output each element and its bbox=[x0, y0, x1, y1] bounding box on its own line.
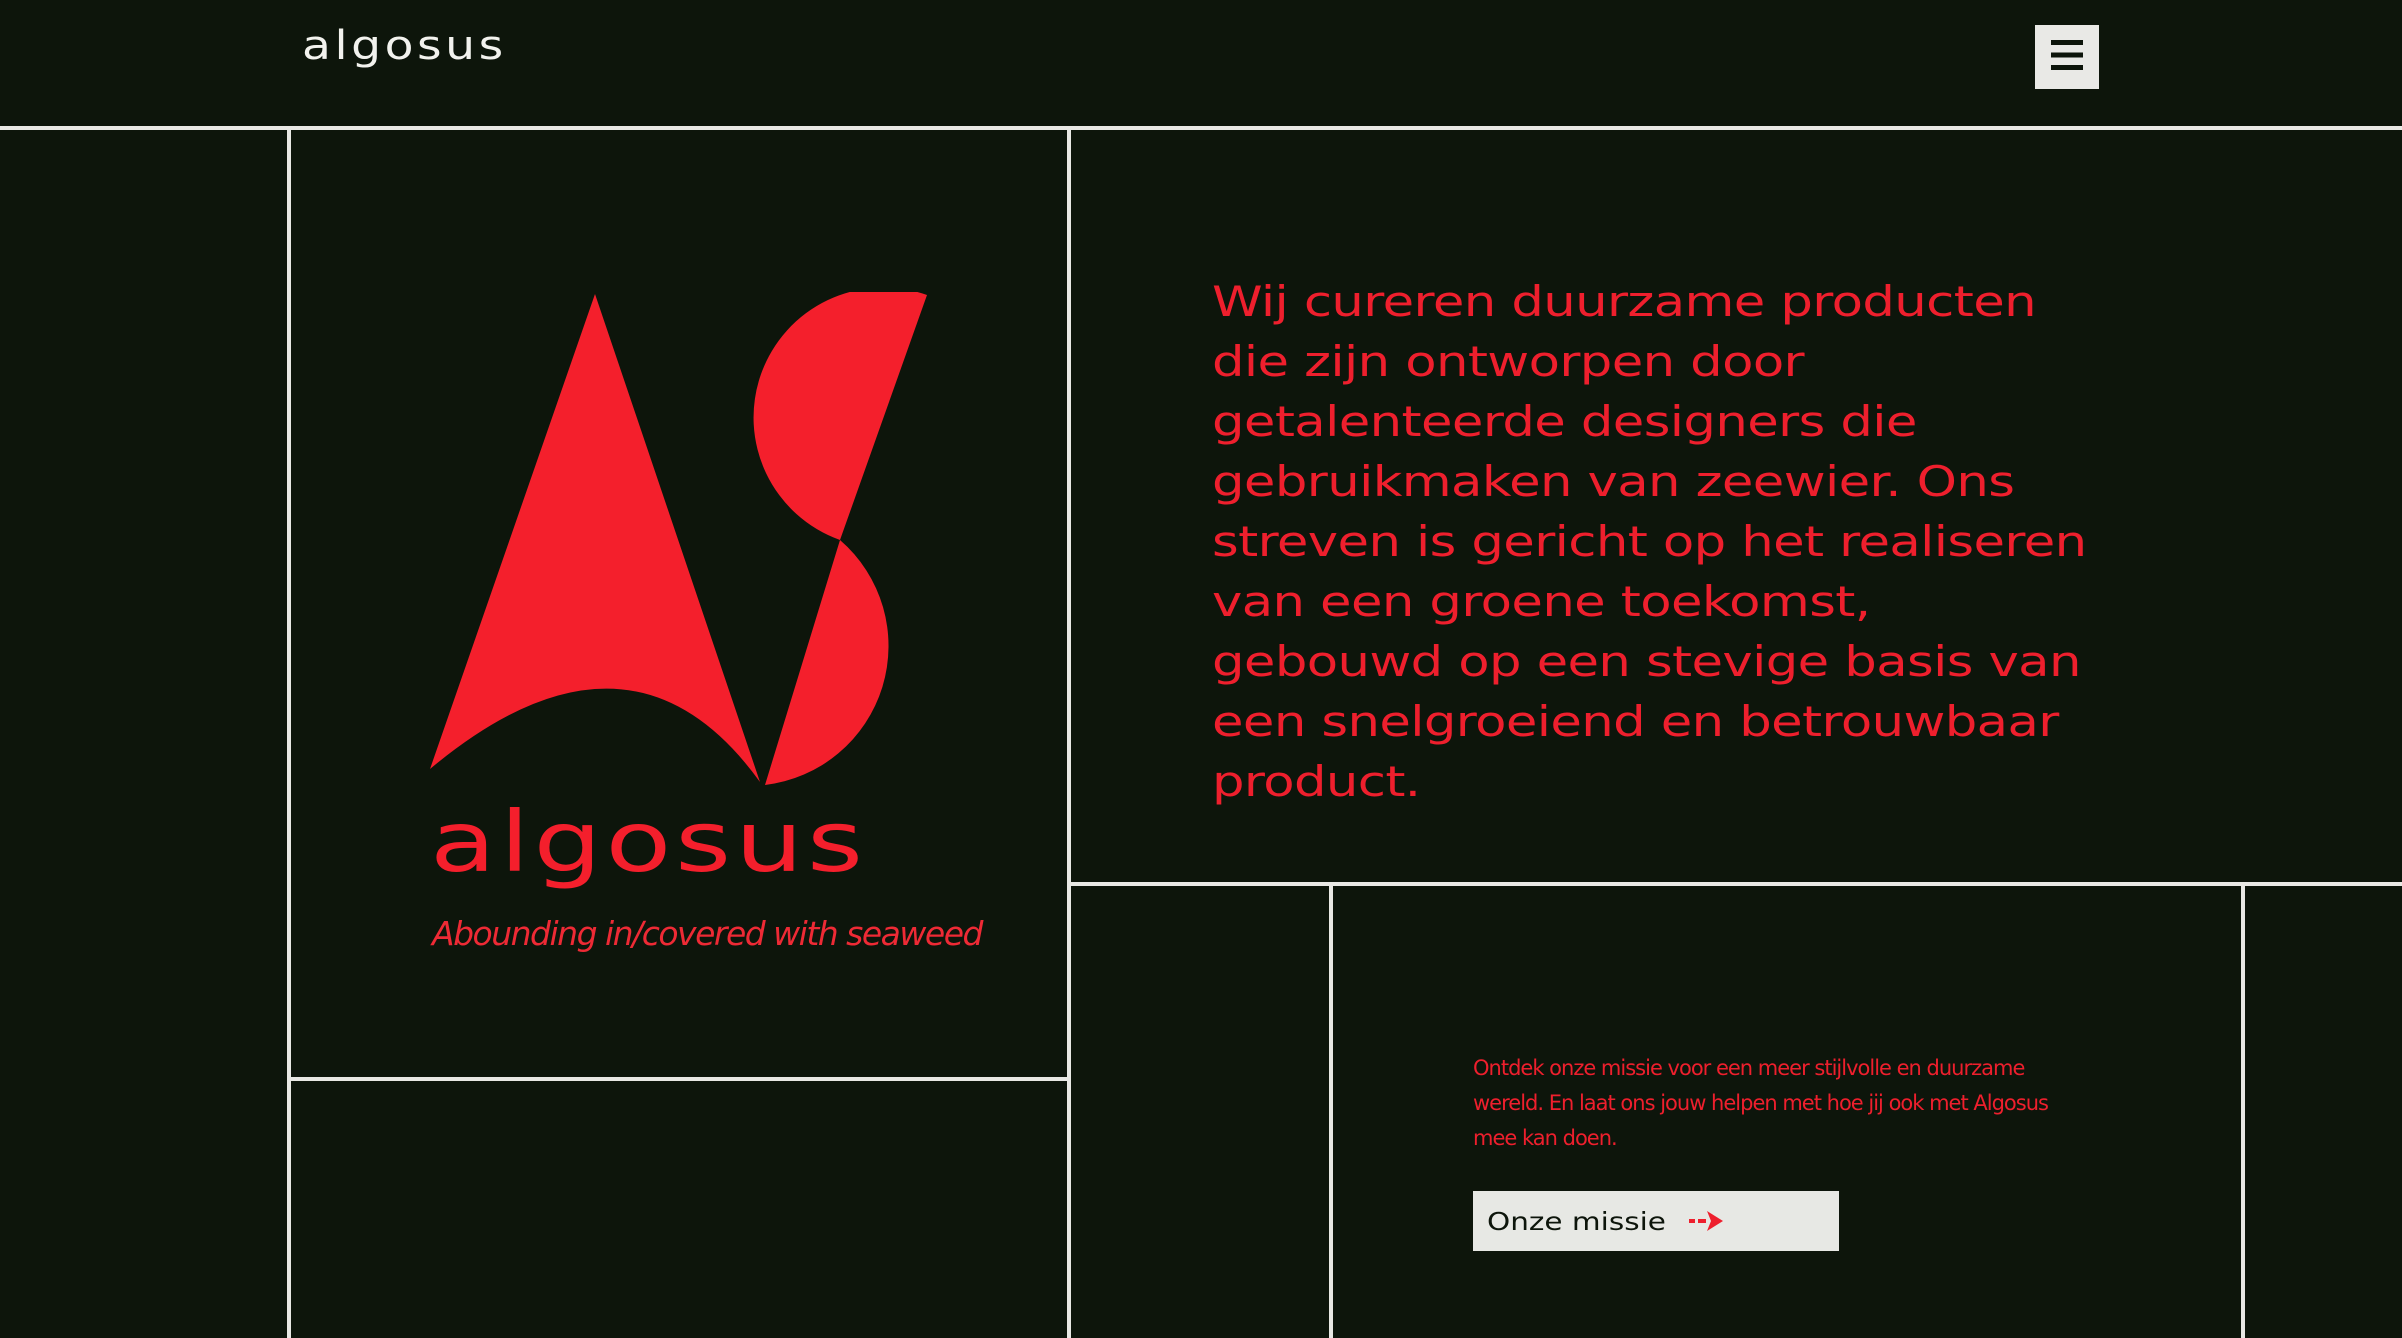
logo-tagline: Abounding in/covered with seaweed bbox=[432, 914, 983, 953]
grid-line-center bbox=[1067, 128, 1071, 1338]
brand-logo-link[interactable]: algosus bbox=[302, 26, 507, 66]
header-divider bbox=[0, 126, 2402, 130]
hamburger-menu-icon bbox=[2051, 38, 2083, 76]
logo-wordmark: algosus bbox=[430, 793, 867, 891]
grid-line-left bbox=[287, 128, 291, 1338]
arrow-right-icon bbox=[1688, 1209, 1725, 1233]
algosus-as-monogram-icon bbox=[430, 292, 927, 785]
grid-line-logo-bottom bbox=[289, 1077, 1069, 1081]
mission-button[interactable]: Onze missie bbox=[1473, 1191, 1839, 1251]
grid-line-hero-bottom bbox=[1069, 882, 2402, 886]
menu-button[interactable] bbox=[2035, 25, 2099, 89]
grid-line-mission-right bbox=[2241, 884, 2245, 1338]
grid-line-mission-left bbox=[1329, 884, 1333, 1338]
mission-description: Ontdek onze missie voor een meer stijlvo… bbox=[1473, 1056, 2049, 1150]
hero-statement: Wij cureren duurzame producten die zijn … bbox=[1212, 277, 2087, 806]
mission-button-label: Onze missie bbox=[1487, 1206, 1666, 1236]
